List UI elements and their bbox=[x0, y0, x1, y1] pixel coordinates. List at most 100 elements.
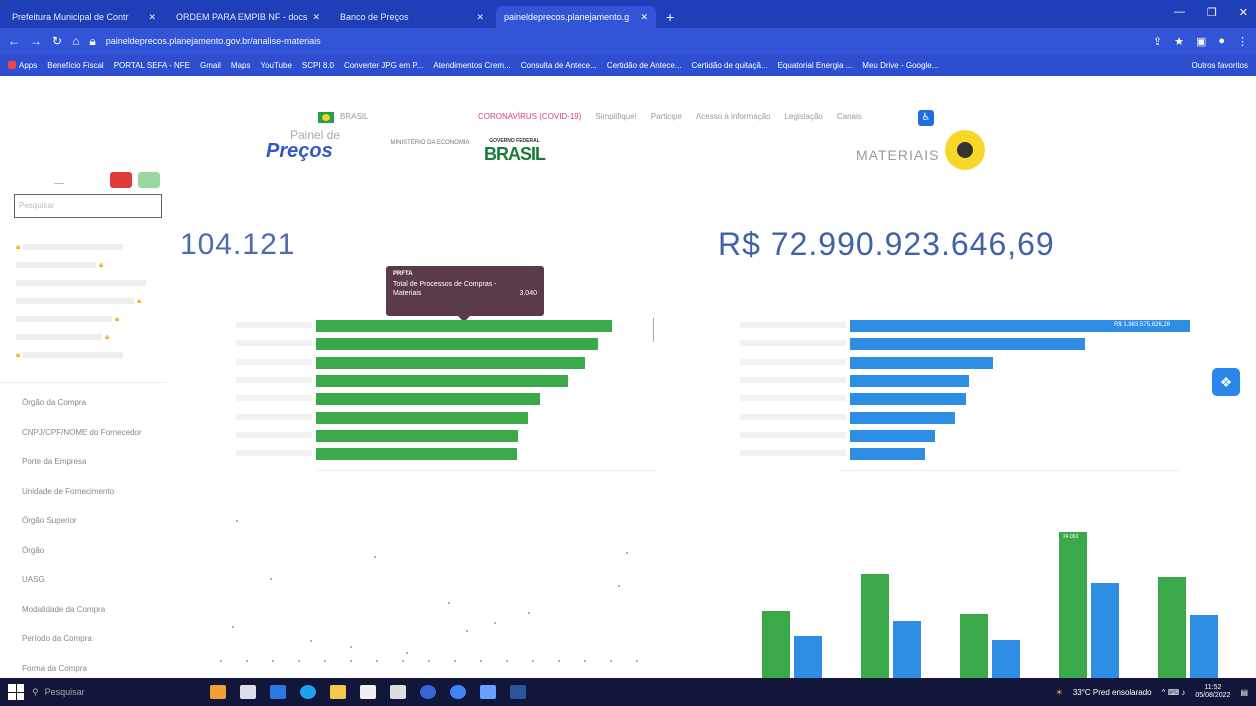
bookmark[interactable]: Gmail bbox=[200, 61, 221, 70]
scatter-point[interactable] bbox=[402, 660, 404, 662]
scatter-point[interactable] bbox=[494, 622, 496, 624]
sidebar-item[interactable]: CNPJ/CPF/NOME do Fornecedor bbox=[22, 418, 142, 448]
browser-tab[interactable]: Prefeitura Municipal de Contr ✕ bbox=[4, 6, 164, 28]
bar-blue[interactable] bbox=[1091, 583, 1119, 678]
list-item[interactable]: 🔒︎ bbox=[16, 310, 166, 328]
bar-green[interactable] bbox=[762, 610, 790, 678]
bookmark[interactable]: Maps bbox=[231, 61, 251, 70]
bar-left[interactable] bbox=[316, 429, 518, 442]
minimize-icon[interactable]: — bbox=[1174, 6, 1185, 19]
materials-icon[interactable] bbox=[945, 130, 985, 170]
filter-clear-icon[interactable] bbox=[110, 172, 132, 188]
list-item[interactable]: 🔒︎ bbox=[16, 328, 166, 346]
bar-right[interactable] bbox=[850, 338, 1085, 351]
taskbar-app-icon[interactable] bbox=[420, 685, 436, 699]
logo-precos[interactable]: Preços bbox=[266, 140, 333, 163]
scatter-point[interactable] bbox=[528, 612, 530, 614]
list-item[interactable] bbox=[16, 274, 166, 292]
bar-left[interactable] bbox=[316, 393, 540, 406]
sidebar-item[interactable]: Porte da Empresa bbox=[22, 447, 142, 477]
bookmark[interactable]: YouTube bbox=[260, 61, 291, 70]
scatter-point[interactable] bbox=[376, 660, 378, 662]
bookmark[interactable]: Consulta de Antece... bbox=[521, 61, 597, 70]
scatter-point[interactable] bbox=[350, 660, 352, 662]
word-icon[interactable] bbox=[510, 685, 526, 699]
scatter-point[interactable] bbox=[236, 520, 238, 522]
close-icon[interactable]: ✕ bbox=[640, 12, 648, 23]
scatter-point[interactable] bbox=[480, 660, 482, 662]
taskbar-app-icon[interactable] bbox=[480, 685, 496, 699]
scatter-point[interactable] bbox=[584, 660, 586, 662]
sidebar-item[interactable]: UASG bbox=[22, 565, 142, 595]
scatter-point[interactable] bbox=[220, 660, 222, 662]
edge-icon[interactable] bbox=[300, 685, 316, 699]
clock[interactable]: 11:52 05/08/2022 bbox=[1195, 684, 1230, 700]
bar-right[interactable] bbox=[850, 393, 966, 406]
gov-link[interactable]: Canais bbox=[837, 112, 862, 121]
bookmark[interactable]: PORTAL SEFA - NFE bbox=[114, 61, 190, 70]
bar-blue[interactable] bbox=[794, 635, 822, 678]
chrome-icon[interactable] bbox=[450, 685, 466, 699]
list-item[interactable]: 🔒︎ bbox=[16, 256, 166, 274]
scatter-point[interactable] bbox=[246, 660, 248, 662]
taskbar-search[interactable]: ⚲ Pesquisar bbox=[32, 687, 152, 698]
side-widget-icon[interactable]: ❖ bbox=[1212, 368, 1240, 396]
menu-icon[interactable]: ⋮ bbox=[1237, 35, 1248, 48]
close-icon[interactable]: ✕ bbox=[312, 12, 320, 23]
close-icon[interactable]: ✕ bbox=[148, 12, 156, 23]
gov-link[interactable]: Simplifique! bbox=[595, 112, 636, 121]
sidebar-item[interactable]: Órgão da Compra bbox=[22, 388, 142, 418]
star-icon[interactable]: ★ bbox=[1174, 35, 1184, 48]
bar-green[interactable] bbox=[960, 613, 988, 678]
bar-blue[interactable] bbox=[992, 640, 1020, 678]
scatter-point[interactable] bbox=[618, 585, 620, 587]
browser-tab[interactable]: Banco de Preços ✕ bbox=[332, 6, 492, 28]
sidebar-item[interactable]: Órgão Superior bbox=[22, 506, 142, 536]
bar-left[interactable] bbox=[316, 411, 529, 424]
scatter-point[interactable] bbox=[610, 660, 612, 662]
scatter-point[interactable] bbox=[428, 660, 430, 662]
weather-icon[interactable]: ☀ bbox=[1056, 688, 1063, 697]
file-explorer-icon[interactable] bbox=[330, 685, 346, 699]
store-icon[interactable] bbox=[360, 685, 376, 699]
task-view-icon[interactable] bbox=[240, 685, 256, 699]
gov-link[interactable]: CORONAVÍRUS (COVID-19) bbox=[478, 112, 581, 121]
scatter-point[interactable] bbox=[272, 660, 274, 662]
sidebar-item[interactable]: Período da Compra bbox=[22, 624, 142, 654]
reload-icon[interactable]: ↻ bbox=[52, 34, 62, 48]
bookmark[interactable]: Benefício Fiscal bbox=[47, 61, 103, 70]
filter-apply-icon[interactable] bbox=[138, 172, 160, 188]
scatter-point[interactable] bbox=[232, 626, 234, 628]
browser-tab-active[interactable]: paineldeprecos.planejamento.g ✕ bbox=[496, 6, 656, 28]
scatter-point[interactable] bbox=[454, 660, 456, 662]
bar-blue[interactable] bbox=[893, 621, 921, 678]
browser-tab[interactable]: ORDEM PARA EMPIB NF - docs ✕ bbox=[168, 6, 328, 28]
bar-left[interactable] bbox=[316, 374, 569, 387]
scatter-point[interactable] bbox=[626, 552, 628, 554]
lock-icon[interactable]: 🔒︎ bbox=[89, 34, 95, 49]
back-icon[interactable]: ← bbox=[8, 34, 20, 48]
extensions-icon[interactable]: ▣ bbox=[1196, 35, 1206, 48]
scatter-point[interactable] bbox=[374, 556, 376, 558]
bar-right[interactable] bbox=[850, 356, 993, 369]
weather-text[interactable]: 33°C Pred ensolarado bbox=[1073, 688, 1152, 697]
bar-right[interactable] bbox=[850, 429, 935, 442]
scatter-point[interactable] bbox=[270, 578, 272, 580]
scatter-point[interactable] bbox=[466, 630, 468, 632]
scatter-point[interactable] bbox=[310, 640, 312, 642]
bar-green[interactable] bbox=[861, 574, 889, 678]
profile-icon[interactable]: ● bbox=[1218, 35, 1225, 48]
scatter-point[interactable] bbox=[324, 660, 326, 662]
bar-green[interactable] bbox=[1158, 577, 1186, 678]
sidebar-menu-icon[interactable]: — bbox=[54, 178, 64, 189]
list-item[interactable]: 🔒︎ bbox=[16, 346, 166, 364]
taskbar-app-icon[interactable] bbox=[270, 685, 286, 699]
scatter-point[interactable] bbox=[448, 602, 450, 604]
scatter-point[interactable] bbox=[532, 660, 534, 662]
bar-right[interactable] bbox=[850, 374, 969, 387]
accessibility-icon[interactable]: ♿︎ bbox=[918, 110, 934, 126]
bar-left[interactable] bbox=[316, 320, 612, 332]
scatter-point[interactable] bbox=[636, 660, 638, 662]
share-icon[interactable]: ⇪ bbox=[1153, 35, 1162, 48]
scatter-point[interactable] bbox=[298, 660, 300, 662]
